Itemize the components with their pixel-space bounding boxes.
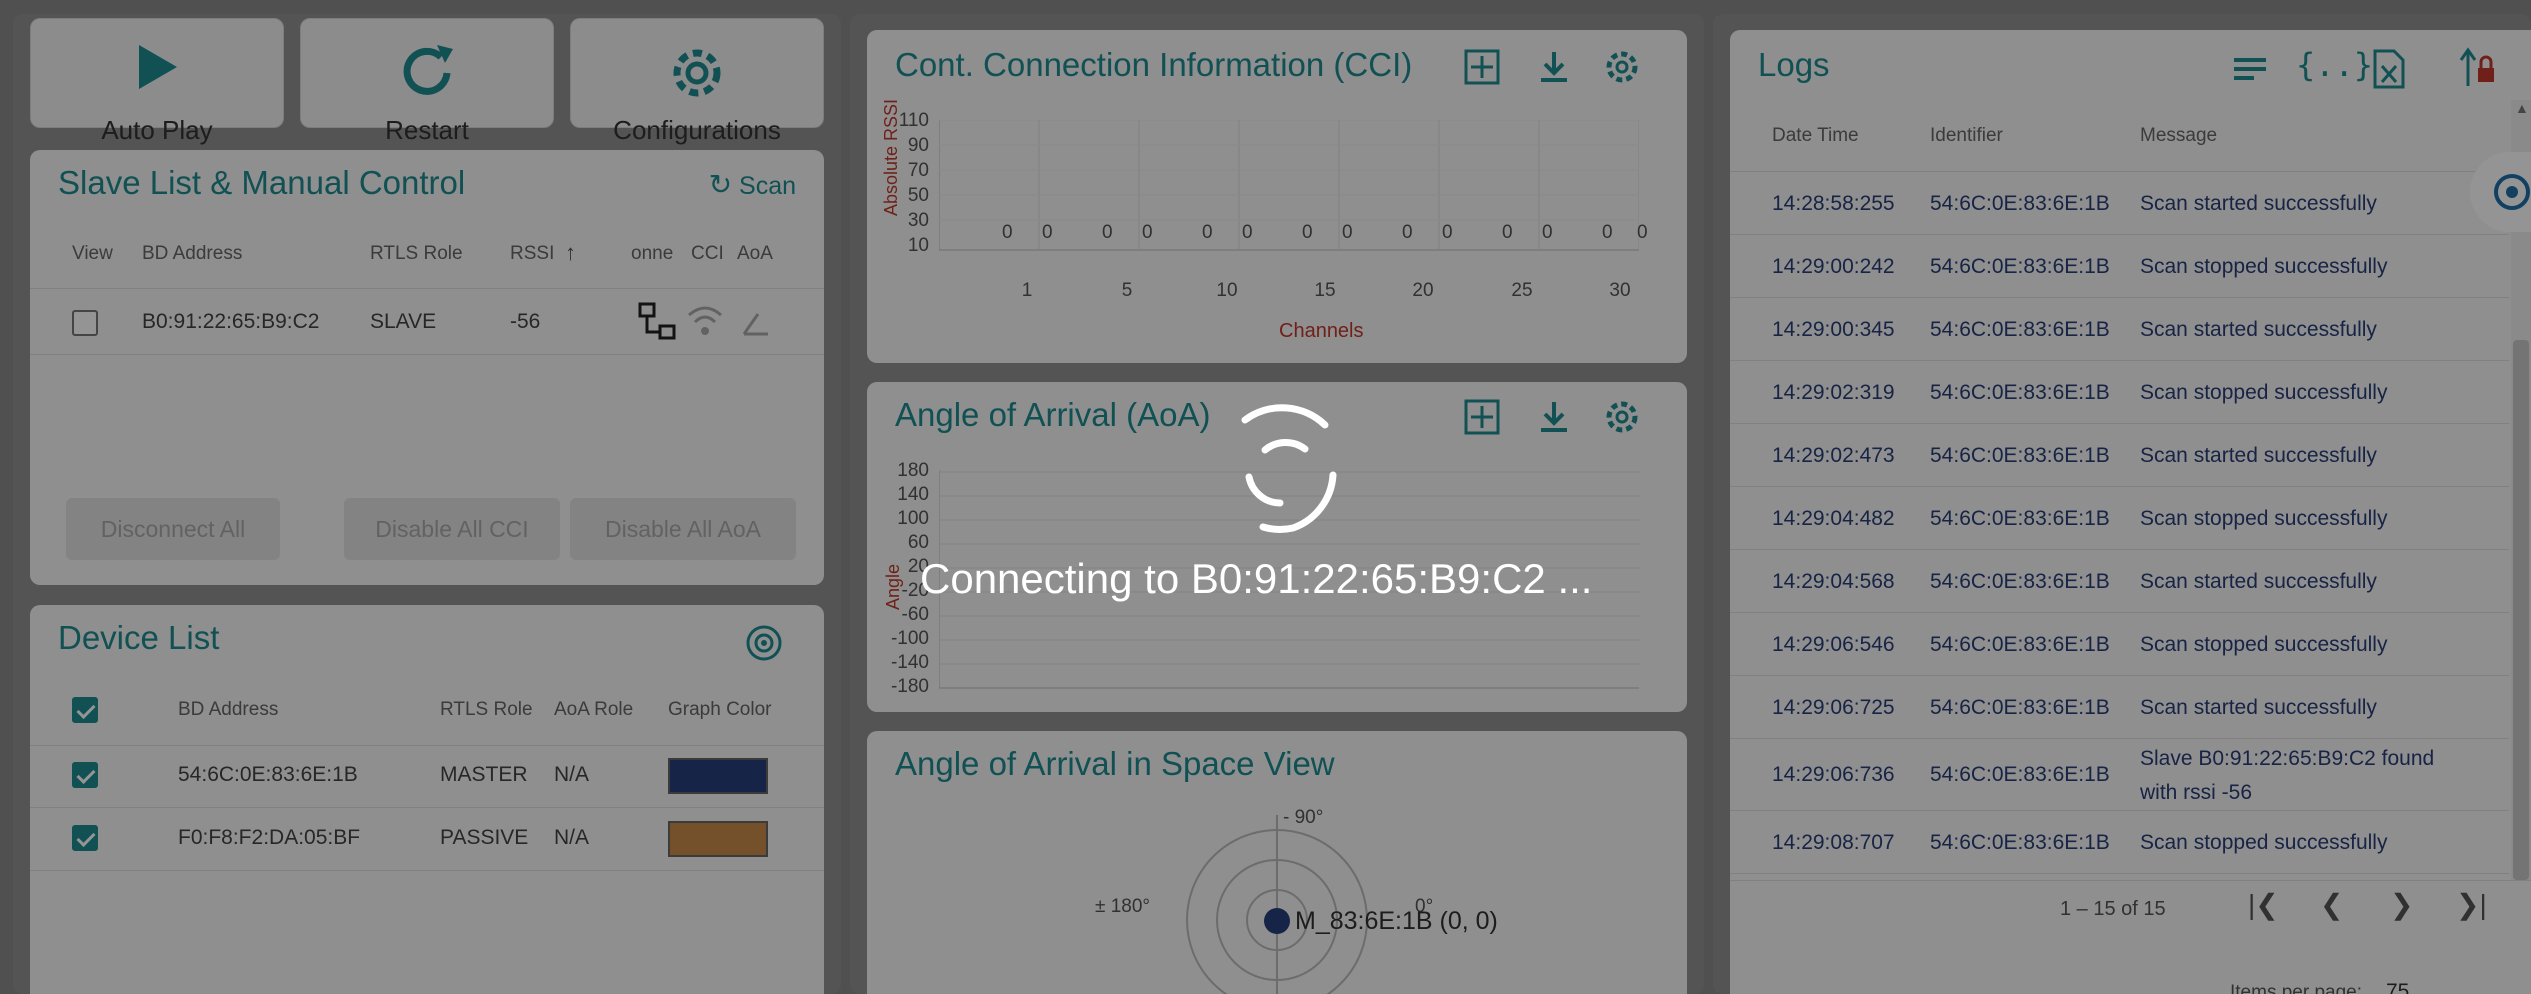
loading-spinner-icon (1241, 404, 1337, 533)
loading-message: Connecting to B0:91:22:65:B9:C2 ... (920, 555, 1593, 602)
